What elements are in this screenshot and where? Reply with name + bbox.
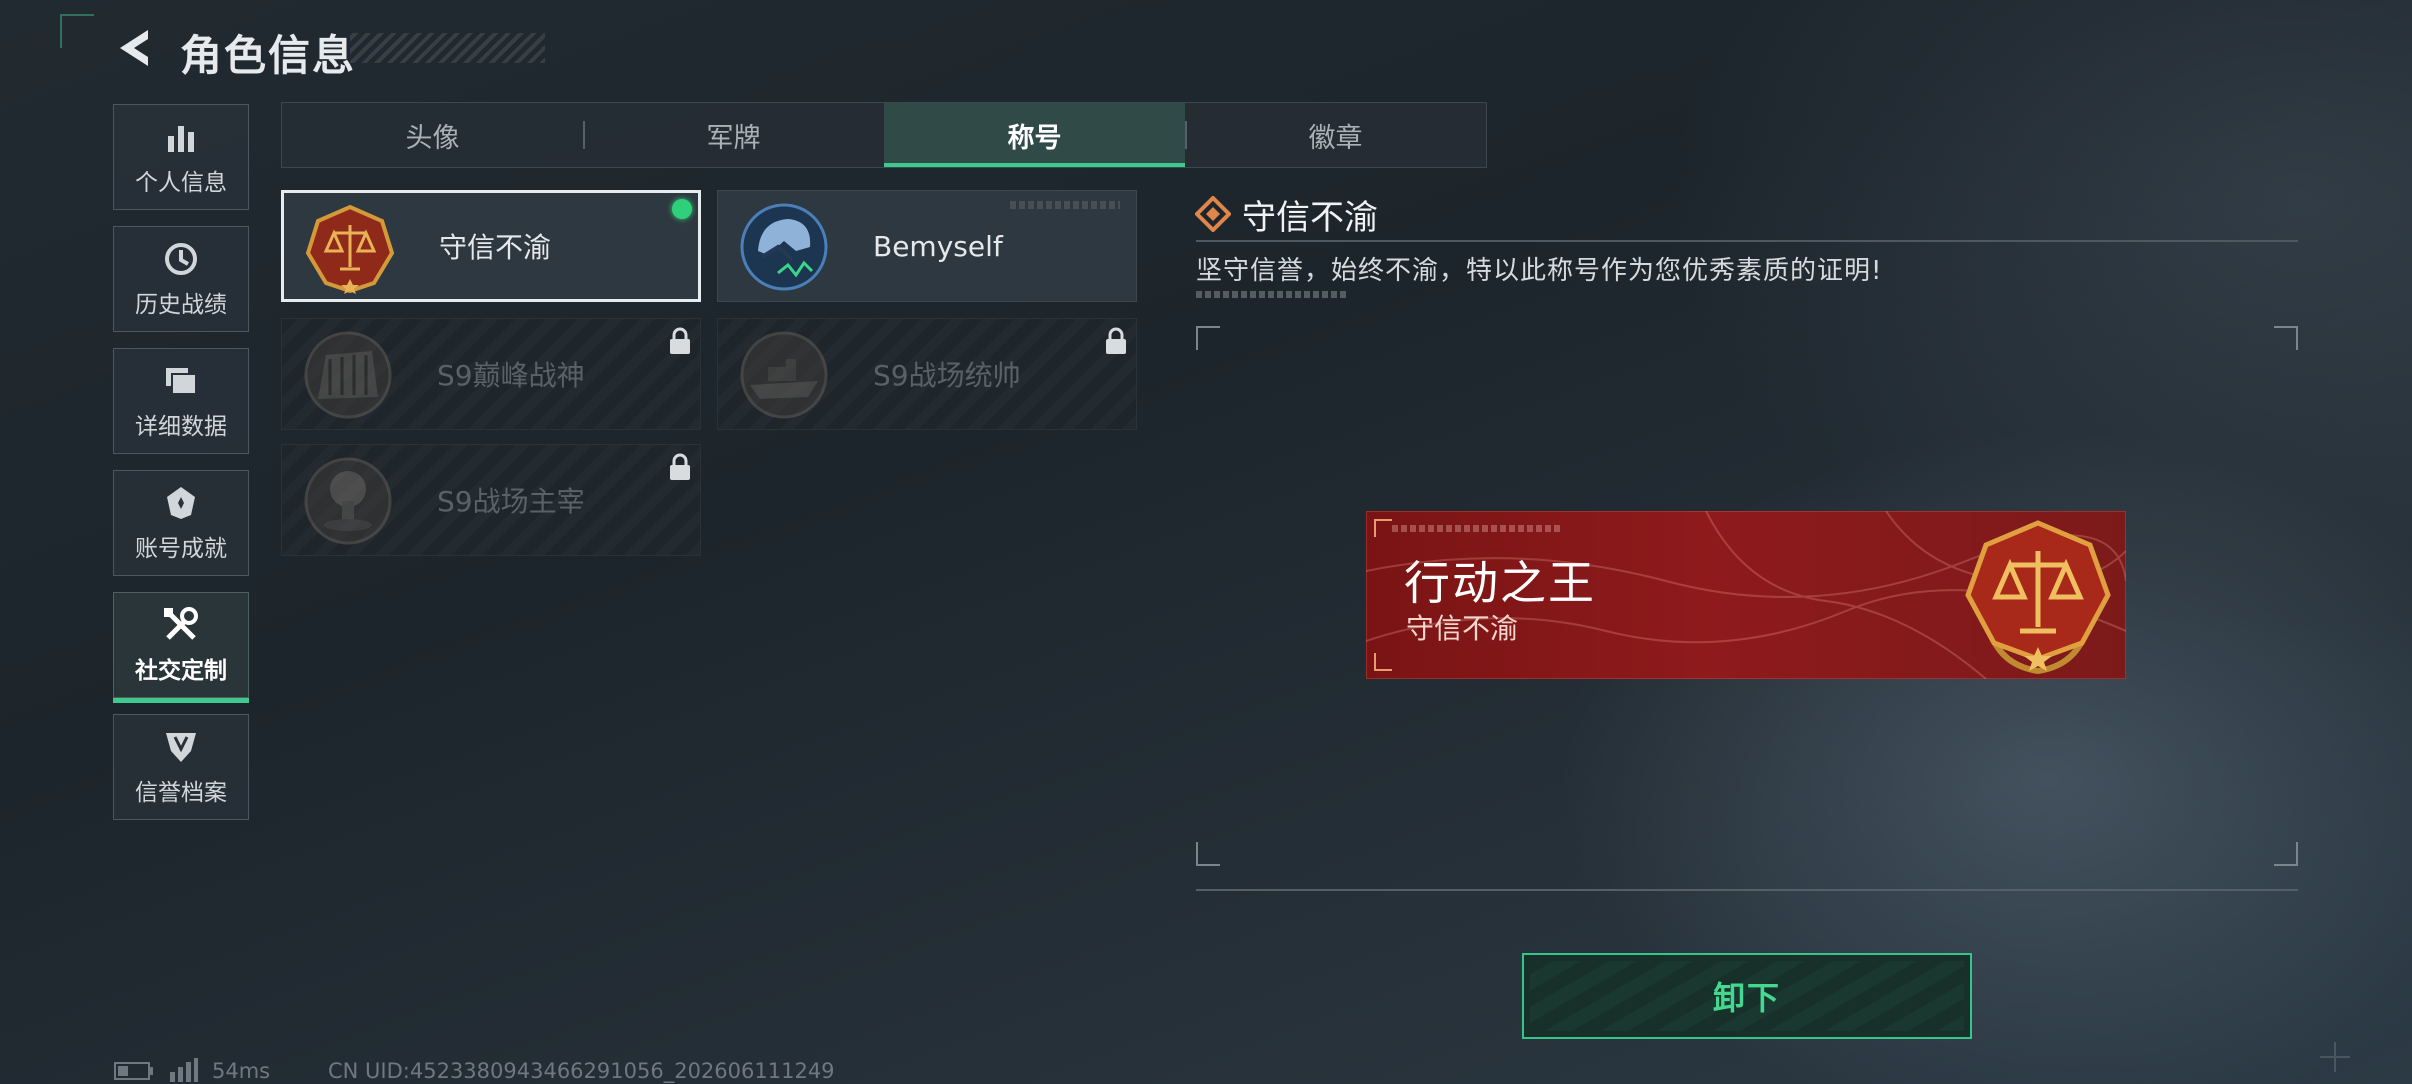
stats-bars-icon bbox=[161, 117, 201, 157]
title-preview-banner: 行动之王 守信不渝 bbox=[1366, 511, 2126, 679]
divider bbox=[1196, 240, 2298, 242]
title-name: S9战场统帅 bbox=[873, 359, 1021, 392]
warship-medal-icon bbox=[740, 331, 828, 419]
history-clock-icon bbox=[161, 239, 201, 279]
equipped-indicator bbox=[672, 199, 692, 219]
sidebar-item-label: 社交定制 bbox=[135, 658, 227, 684]
detail-decoration bbox=[1196, 291, 1346, 298]
sidebar-item-achievements[interactable]: 账号成就 bbox=[113, 470, 249, 576]
title-card[interactable]: Bemyself bbox=[717, 190, 1137, 302]
title-card[interactable]: 守信不渝 bbox=[281, 190, 701, 302]
unequip-button[interactable]: 卸下 bbox=[1522, 953, 1972, 1039]
tab-avatar[interactable]: 头像 bbox=[282, 103, 583, 167]
title-card[interactable]: S9巅峰战神 bbox=[281, 318, 701, 430]
sidebar-item-history[interactable]: 历史战绩 bbox=[113, 226, 249, 332]
back-button[interactable] bbox=[112, 24, 156, 72]
frame-corner bbox=[1196, 842, 1220, 866]
explosion-medal-icon bbox=[304, 457, 392, 545]
battery-icon bbox=[114, 1062, 153, 1080]
card-decoration bbox=[1010, 201, 1120, 209]
frame-corner bbox=[2274, 326, 2298, 350]
uid-readout: CN UID:4523380943466291056_202606111249 bbox=[328, 1059, 835, 1083]
lock-icon bbox=[1106, 327, 1126, 354]
achievement-icon bbox=[161, 483, 201, 523]
folder-icon bbox=[161, 361, 201, 401]
sidebar-item-personal-info[interactable]: 个人信息 bbox=[113, 104, 249, 210]
back-arrow-icon bbox=[120, 30, 148, 66]
detail-description: 坚守信誉，始终不渝，特以此称号作为您优秀素质的证明! bbox=[1196, 256, 1883, 286]
tab-badge[interactable]: 徽章 bbox=[1185, 103, 1486, 167]
preview-title-text: 守信不渝 bbox=[1406, 612, 1519, 645]
category-tabs: 头像 军牌 称号 徽章 bbox=[281, 102, 1487, 168]
divider bbox=[1196, 889, 2298, 891]
lock-icon bbox=[670, 453, 690, 480]
title-name: Bemyself bbox=[873, 229, 1003, 263]
scales-medal-icon bbox=[305, 204, 395, 294]
credit-shield-icon bbox=[161, 727, 201, 767]
fortress-medal-icon bbox=[304, 331, 392, 419]
frame-corner bbox=[1374, 653, 1392, 671]
sidebar-item-social-custom[interactable]: 社交定制 bbox=[113, 592, 249, 703]
sidebar-item-label: 历史战绩 bbox=[135, 292, 227, 318]
scales-medal-icon bbox=[1965, 520, 2111, 675]
detail-title: 守信不渝 bbox=[1242, 198, 1378, 238]
preview-player-name: 行动之王 bbox=[1404, 556, 1596, 610]
corner-bracket bbox=[60, 14, 94, 48]
sidebar-item-label: 详细数据 bbox=[135, 414, 227, 440]
title-name: S9战场主宰 bbox=[437, 485, 585, 518]
sidebar-item-detail-data[interactable]: 详细数据 bbox=[113, 348, 249, 454]
lock-icon bbox=[670, 327, 690, 354]
sidebar-item-label: 个人信息 bbox=[135, 170, 227, 196]
title-card[interactable]: S9战场主宰 bbox=[281, 444, 701, 556]
banner-decoration bbox=[1392, 525, 1562, 532]
sidebar-item-label: 信誉档案 bbox=[135, 780, 227, 806]
crosshair-icon bbox=[2320, 1042, 2350, 1072]
tools-icon bbox=[161, 605, 201, 645]
title-name: 守信不渝 bbox=[439, 231, 552, 264]
frame-corner bbox=[1374, 519, 1392, 537]
title-decoration bbox=[350, 33, 545, 63]
helmet-medal-icon bbox=[740, 203, 828, 291]
sidebar-item-credit-record[interactable]: 信誉档案 bbox=[113, 714, 249, 820]
frame-corner bbox=[1196, 326, 1220, 350]
title-card[interactable]: S9战场统帅 bbox=[717, 318, 1137, 430]
signal-icon bbox=[170, 1058, 198, 1082]
ping-readout: 54ms bbox=[212, 1059, 271, 1083]
page-title: 角色信息 bbox=[180, 31, 357, 80]
tab-dog-tag[interactable]: 军牌 bbox=[583, 103, 884, 167]
title-name: S9巅峰战神 bbox=[437, 359, 585, 392]
frame-corner bbox=[2274, 842, 2298, 866]
diamond-icon bbox=[1195, 196, 1231, 232]
tab-title[interactable]: 称号 bbox=[884, 103, 1185, 167]
sidebar-item-label: 账号成就 bbox=[135, 536, 227, 562]
